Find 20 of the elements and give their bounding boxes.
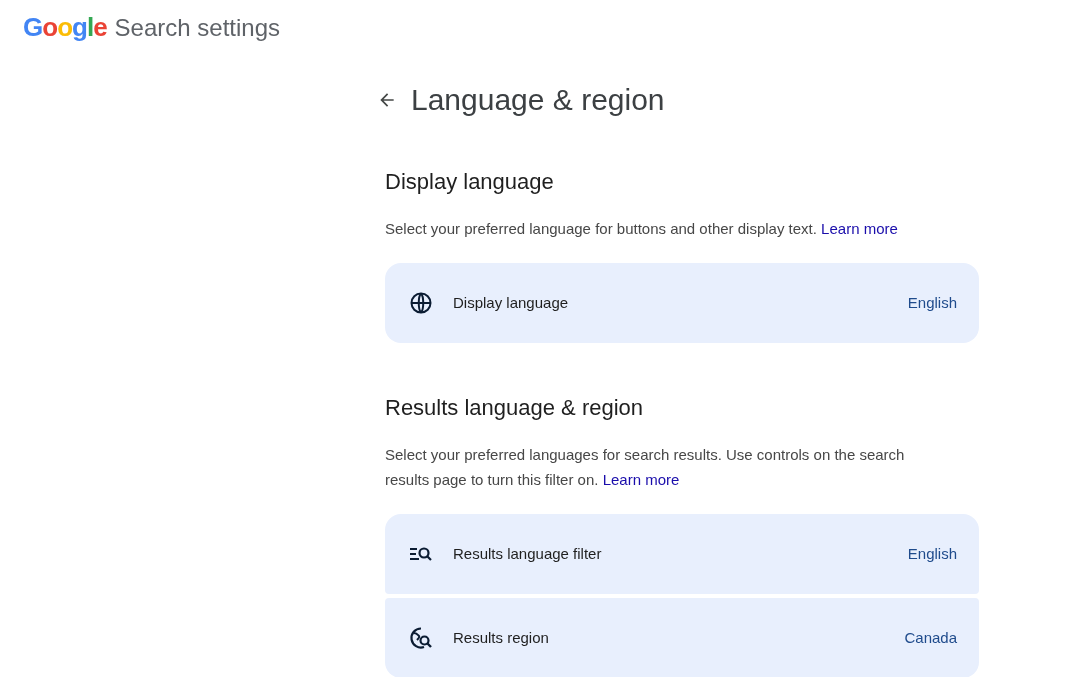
section-heading: Display language [385, 168, 555, 196]
globe-search-icon [409, 626, 433, 650]
setting-label: Results language filter [453, 543, 603, 564]
learn-more-link[interactable]: Learn more [821, 220, 898, 237]
setting-row[interactable]: Display language English [385, 263, 979, 343]
page-title: Language & region [411, 82, 665, 118]
app-title: Search settings [114, 13, 281, 43]
section-description: Select your preferred languages for search results. Use controls on the search results page to turn this filter on. Learn more [385, 445, 906, 490]
setting-value: English [907, 292, 957, 313]
section-heading: Results language & region [385, 394, 645, 422]
setting-row[interactable]: Results language filter English [385, 514, 979, 594]
globe-icon [409, 291, 433, 315]
google-logo[interactable]: Google [23, 8, 107, 47]
setting-label: Display language [453, 292, 570, 313]
learn-more-link[interactable]: Learn more [602, 471, 680, 488]
setting-label: Results region [453, 627, 550, 648]
setting-value: Canada [904, 627, 957, 648]
section-description: Select your preferred language for buttons and other display text. Learn more [385, 219, 899, 239]
setting-value: English [907, 543, 957, 564]
setting-row[interactable]: Results region Canada [385, 598, 979, 677]
